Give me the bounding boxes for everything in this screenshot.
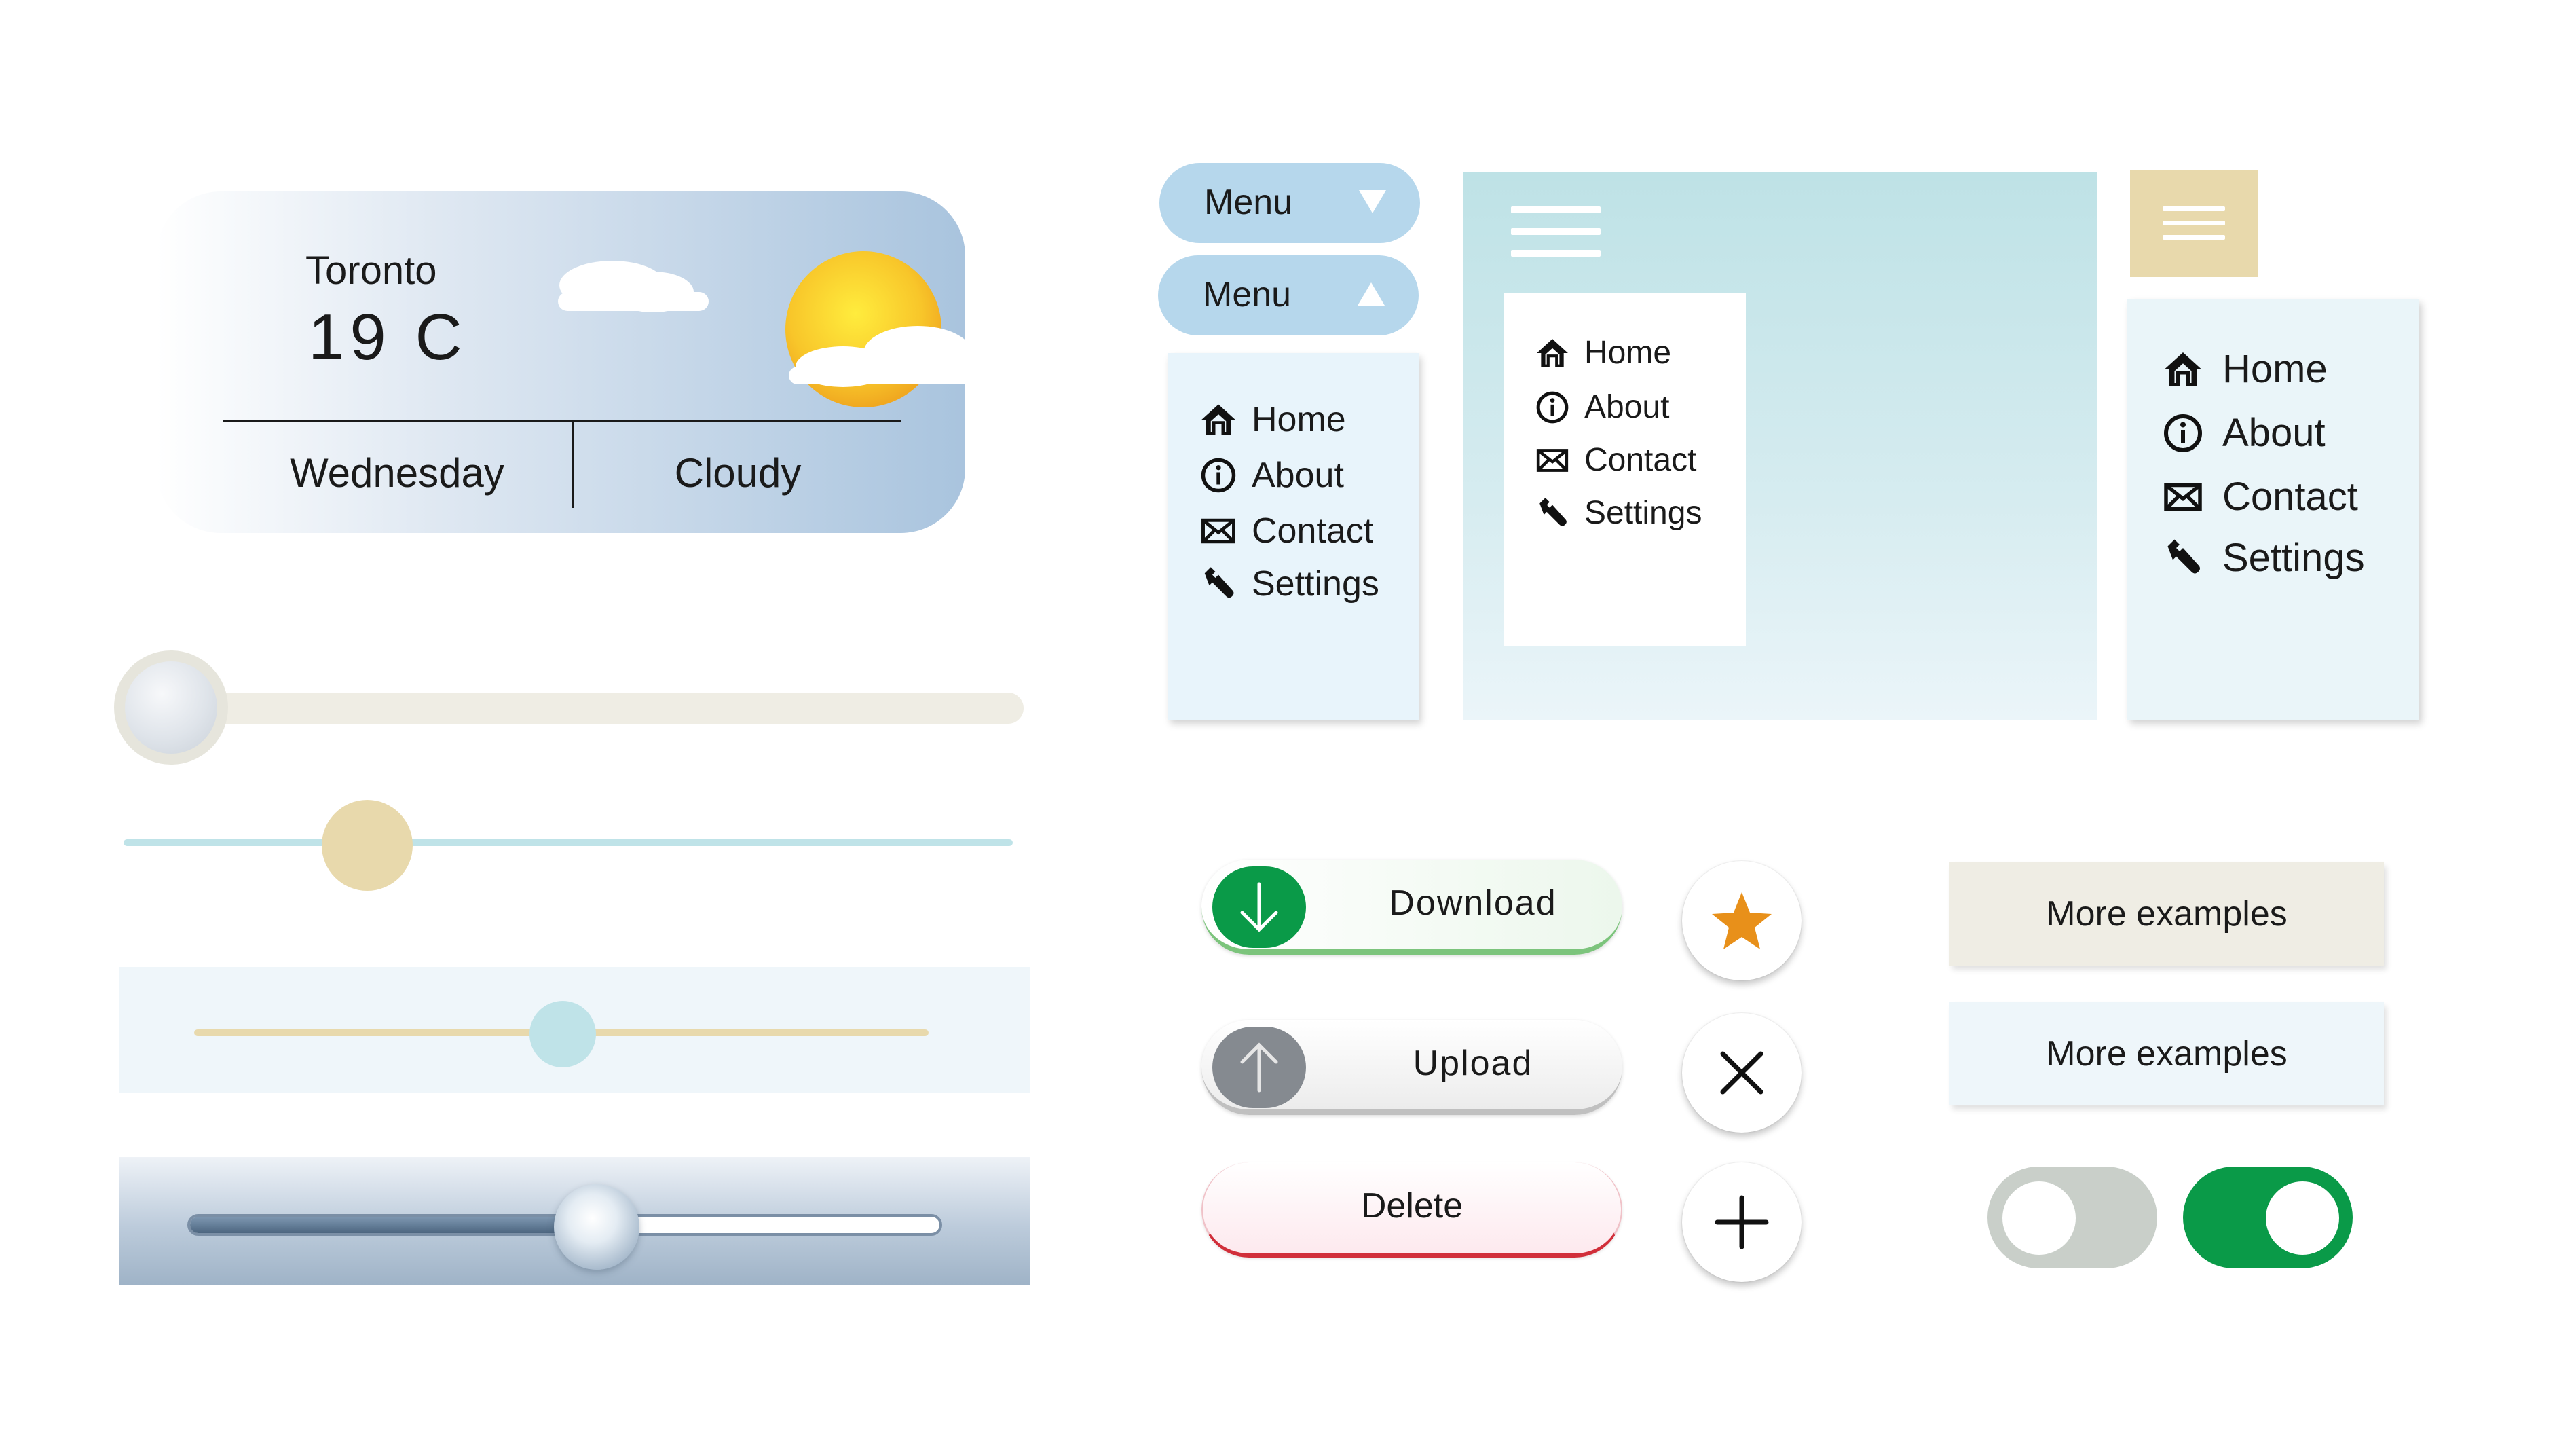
download-button-label: Download [1389,883,1557,923]
menu-item-about[interactable]: About [2163,410,2326,456]
star-icon [1712,892,1772,949]
weather-day: Wednesday [290,450,504,496]
toggle-switch-on[interactable] [2183,1167,2353,1268]
menu-item-label: Home [2222,347,2328,391]
slider-1-track[interactable] [197,693,1024,724]
home-icon [1201,404,1235,435]
menu-button-label: Menu [1203,275,1292,314]
menu-item-contact[interactable]: Contact [2163,474,2358,519]
menu-item-label: Home [1584,335,1672,371]
menu-item-contact[interactable]: Contact [1200,511,1373,551]
menu-item-settings[interactable]: Settings [1535,494,1702,532]
weather-card: Toronto 19 C Wednesday Cloudy [156,191,1041,533]
info-icon [1201,458,1236,493]
close-button[interactable] [1682,1013,1802,1133]
menu-item-home[interactable]: Home [1535,334,1671,371]
slider-2-thumb[interactable] [322,800,413,891]
menu-item-label: Settings [2222,536,2365,580]
slider-4-thumb[interactable] [554,1184,639,1270]
wrench-icon [2167,539,2200,573]
menu-button-label: Menu [1204,183,1293,222]
menu-item-label: About [1584,389,1670,425]
slider-3-thumb[interactable] [529,1001,596,1067]
download-icon-circle [1212,866,1306,948]
plus-icon [1715,1195,1769,1249]
weather-condition: Cloudy [674,450,802,496]
envelope-icon [1536,448,1569,472]
envelope-icon [2164,483,2202,511]
upload-icon-circle [1212,1027,1306,1108]
triangle-up-icon [1358,282,1385,306]
hamburger-menu-panel: Home About Contact Settings [2127,299,2419,720]
menu-item-contact[interactable]: Contact [1535,441,1696,479]
envelope-icon [1201,518,1235,544]
hamburger-button[interactable] [2130,170,2258,277]
toggle-knob [2266,1181,2339,1255]
slider-2-track[interactable] [124,839,1013,846]
arrow-up-icon [1240,1042,1278,1093]
info-icon [2164,414,2202,452]
menu-item-settings[interactable]: Settings [1200,564,1379,604]
delete-button[interactable]: Delete [1201,1162,1622,1258]
menu-item-about[interactable]: About [1535,388,1669,426]
weather-divider-horizontal [223,420,901,422]
upload-button[interactable]: Upload [1201,1020,1622,1115]
slider-4-fill [190,1217,597,1233]
menu-item-label: Settings [1584,495,1702,531]
menu-item-label: Home [1252,400,1346,439]
upload-button-label: Upload [1413,1044,1533,1083]
home-icon [1537,338,1568,367]
home-icon [2164,352,2202,386]
sun-behind-clouds-icon [558,251,1041,407]
menu-item-label: About [2222,411,2326,455]
wrench-icon [1539,497,1567,526]
menu-item-home[interactable]: Home [2163,346,2328,392]
menu-button-collapsed[interactable]: Menu [1159,163,1420,243]
toggle-switch-off[interactable] [1987,1167,2157,1268]
triangle-down-icon [1359,190,1386,213]
menu-button-expanded[interactable]: Menu [1158,255,1419,335]
menu-item-home[interactable]: Home [1200,399,1346,440]
add-button[interactable] [1682,1162,1802,1282]
hamburger-icon[interactable] [1511,206,1601,261]
info-icon [1536,391,1569,423]
menu-item-label: Contact [2222,475,2358,519]
delete-button-label: Delete [1360,1186,1463,1226]
star-button[interactable] [1682,861,1802,980]
hamburger-icon [2163,206,2225,240]
menu-item-label: Contact [1252,511,1374,551]
wrench-icon [1204,567,1234,598]
sidebar-menu-list: Home About Contact Settings [1504,293,1746,646]
weather-temperature: 19 C [308,301,468,373]
menu-item-label: About [1252,456,1344,495]
weather-city: Toronto [305,249,437,293]
more-examples-button[interactable]: More examples [1949,862,2384,966]
menu-item-label: Settings [1252,564,1379,604]
dropdown-menu-panel: Home About Contact Settings [1168,353,1419,720]
menu-item-settings[interactable]: Settings [2163,535,2365,581]
more-examples-button[interactable]: More examples [1949,1002,2384,1105]
close-icon [1720,1051,1763,1095]
slider-1-thumb[interactable] [114,650,228,765]
toggle-knob [2002,1181,2076,1255]
menu-item-label: Contact [1584,442,1697,478]
download-button[interactable]: Download [1201,860,1622,955]
menu-item-about[interactable]: About [1200,455,1344,496]
arrow-down-icon [1240,882,1278,932]
